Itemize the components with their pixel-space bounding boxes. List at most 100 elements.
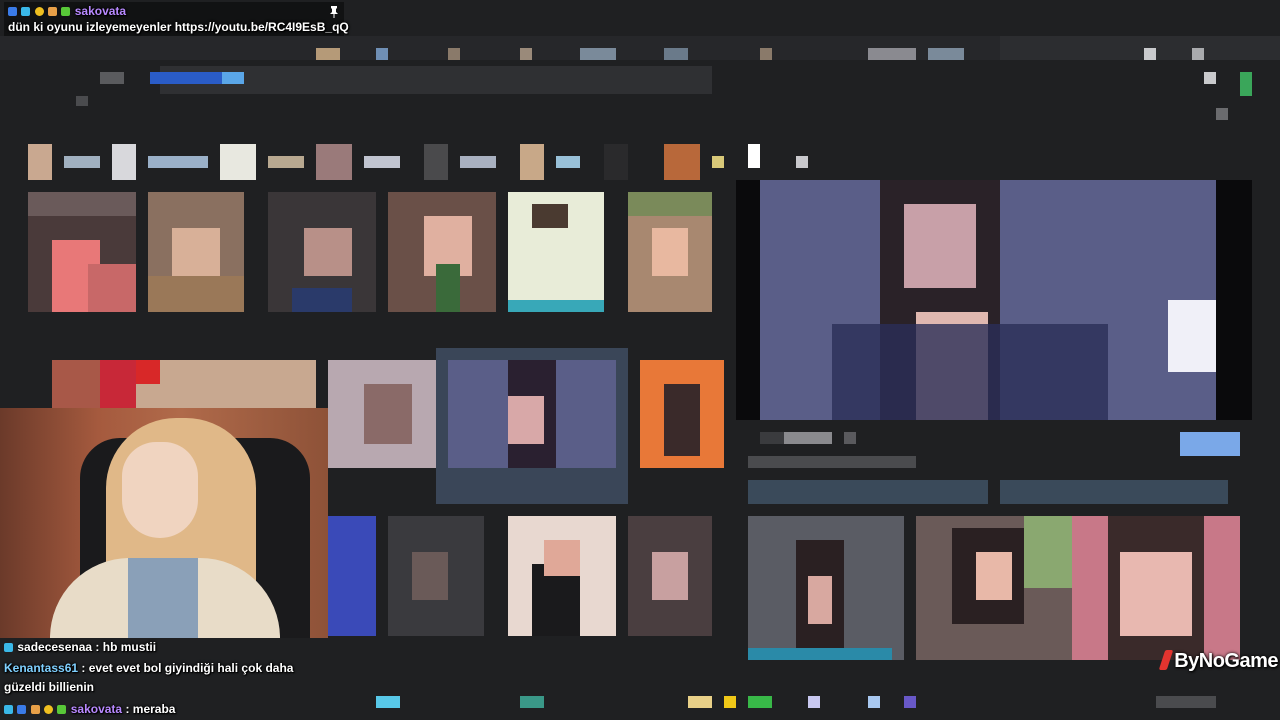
chat-text: hb mustii	[102, 640, 157, 654]
stream-frame: sakovata dün ki oyunu izleyemeyenler htt…	[0, 0, 1280, 720]
story-thumb	[316, 144, 352, 180]
video-thumbnail[interactable]	[148, 192, 244, 312]
video-thumbnail-hovered[interactable]	[436, 348, 628, 504]
featured-action-bar[interactable]	[748, 480, 988, 504]
subscriber-badge-icon	[34, 7, 44, 16]
webcam-overlay	[0, 408, 328, 638]
video-thumbnail[interactable]	[52, 360, 136, 408]
blurred-pixel	[868, 48, 916, 60]
sub-tier-badge-icon	[57, 705, 67, 714]
blurred-pixel	[688, 696, 712, 708]
subscriber-badge-icon	[44, 705, 54, 714]
blurred-pixel	[1156, 696, 1216, 708]
watermark-text: ByNoGame	[1174, 650, 1278, 672]
video-thumbnail[interactable]	[136, 360, 316, 408]
story-thumb	[28, 144, 52, 180]
featured-meta-line	[784, 432, 832, 444]
gift-badge-icon	[48, 7, 58, 16]
blurred-pixel	[580, 48, 616, 60]
chat-separator: :	[81, 661, 86, 675]
verified-badge-icon	[4, 705, 13, 714]
video-thumbnail[interactable]	[28, 192, 136, 312]
featured-subscribe-button[interactable]	[1180, 432, 1240, 456]
story-thumb	[64, 156, 100, 168]
webcam-face	[122, 442, 198, 538]
video-thumbnail[interactable]	[508, 192, 604, 312]
moderator-badge-icon	[21, 7, 31, 16]
pinned-message-text: dün ki oyunu izleyemeyenler https://yout…	[8, 20, 349, 34]
story-thumb	[112, 144, 136, 180]
chat-separator: :	[95, 640, 100, 654]
blurred-pixel	[376, 48, 388, 60]
story-thumb	[556, 156, 580, 168]
blurred-pixel	[928, 48, 964, 60]
featured-meta-line	[748, 456, 916, 468]
featured-meta-line	[844, 432, 856, 444]
blurred-pixel	[664, 48, 688, 60]
blurred-pixel	[448, 48, 460, 60]
blurred-pixel	[808, 696, 820, 708]
blurred-search-highlight-light	[222, 72, 244, 84]
sub-tier-badge-icon	[61, 7, 71, 16]
blurred-pixel	[520, 48, 532, 60]
story-thumb	[148, 156, 208, 168]
story-thumb	[712, 156, 724, 168]
video-thumbnail[interactable]	[388, 516, 484, 636]
blurred-pixel	[724, 696, 736, 708]
featured-action-bar[interactable]	[1000, 480, 1228, 504]
story-thumb	[424, 144, 448, 180]
video-thumbnail[interactable]	[328, 360, 436, 468]
blurred-pixel	[868, 696, 880, 708]
chat-username[interactable]: sakovata	[71, 702, 122, 716]
video-thumbnail[interactable]	[328, 516, 376, 636]
blurred-pixel	[316, 48, 340, 60]
chat-message-continuation: güzeldi billienin	[4, 680, 94, 694]
blurred-header-icon-4	[1240, 72, 1252, 96]
video-thumbnail[interactable]	[748, 516, 904, 660]
story-thumb	[364, 156, 400, 168]
chat-username[interactable]: sadecesenaa	[17, 640, 92, 654]
webcam-shirt	[128, 558, 198, 638]
story-thumb	[520, 144, 544, 180]
featured-video-player[interactable]	[736, 180, 1252, 420]
blurred-pixel	[376, 696, 400, 708]
story-thumb	[220, 144, 256, 180]
video-thumbnail[interactable]	[628, 192, 712, 312]
verified-badge-icon	[8, 7, 17, 16]
blurred-header-icon-3	[1204, 72, 1216, 84]
video-thumbnail[interactable]	[508, 516, 616, 636]
pinned-message-header: sakovata	[8, 3, 126, 19]
pinned-username[interactable]: sakovata	[75, 4, 126, 18]
chat-text: meraba	[132, 702, 176, 716]
blurred-pixel	[904, 696, 916, 708]
blurred-header-icon-1	[1144, 48, 1156, 60]
moderator-badge-icon	[17, 705, 27, 714]
blurred-right-header	[1000, 36, 1280, 60]
story-thumb	[268, 156, 304, 168]
video-thumbnail[interactable]	[388, 192, 496, 312]
video-thumbnail[interactable]	[628, 516, 712, 636]
blurred-pixel	[520, 696, 544, 708]
story-thumb	[604, 144, 628, 180]
pin-icon	[330, 5, 338, 18]
video-thumbnail[interactable]	[640, 360, 724, 468]
video-thumbnail[interactable]	[268, 192, 376, 312]
gift-badge-icon	[30, 705, 40, 714]
blurred-dot	[76, 96, 88, 106]
chat-message: sadecesenaa : hb mustii	[4, 639, 156, 655]
chat-separator: :	[125, 702, 130, 716]
video-thumbnail[interactable]	[916, 516, 1072, 660]
story-thumb	[664, 144, 700, 180]
video-thumbnail[interactable]	[1072, 516, 1240, 660]
chat-username[interactable]: Kenantass61	[4, 661, 78, 675]
chat-text: evet evet bol giyindiği hali çok daha	[88, 661, 294, 675]
blurred-pixel	[760, 48, 772, 60]
blurred-pixel	[748, 696, 772, 708]
blurred-logo	[100, 72, 124, 84]
story-thumb	[796, 156, 808, 168]
chat-message: sakovata : meraba	[4, 701, 175, 717]
blurred-header-icon-5	[1216, 108, 1228, 120]
featured-meta-line	[760, 432, 784, 444]
verified-badge-icon	[4, 643, 13, 652]
blurred-header-icon-2	[1192, 48, 1204, 60]
